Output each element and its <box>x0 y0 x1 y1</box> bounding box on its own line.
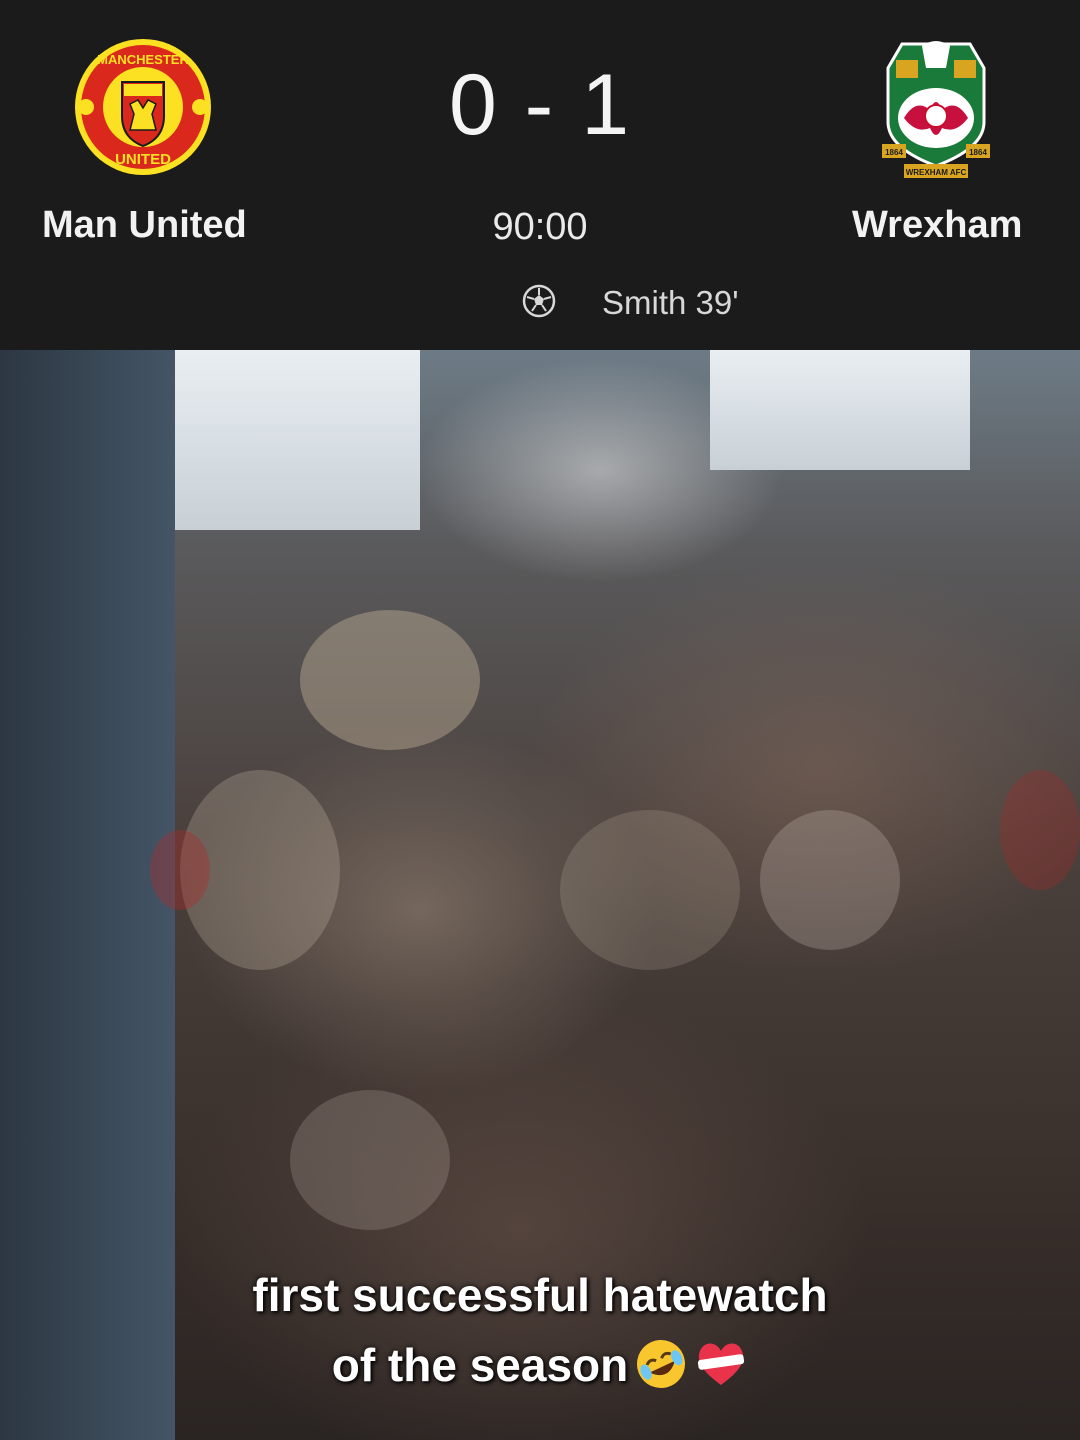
caption-line-2-text: of the season <box>331 1339 629 1391</box>
wrexham-afc-crest-icon: 1864 1864 WREXHAM AFC <box>882 41 990 178</box>
caption-line-2: of the season <box>0 1330 1080 1400</box>
crowd-highlight <box>560 810 740 970</box>
away-crest-year-left: 1864 <box>885 148 903 157</box>
video-frame[interactable]: first successful hatewatch of the season <box>0 350 1080 1440</box>
match-scoreboard: MANCHESTER UNITED 0 - 1 1864 1864 WREXHA… <box>0 0 1080 350</box>
red-shirt <box>1000 770 1080 890</box>
away-team-name: Wrexham <box>852 204 1023 246</box>
red-shirt <box>150 830 210 910</box>
crowd-highlight <box>300 610 480 750</box>
caption-line-1-text: first successful hatewatch <box>252 1269 828 1321</box>
caption-line-1: first successful hatewatch <box>0 1260 1080 1330</box>
crowd-highlight <box>760 810 900 950</box>
window-light-left <box>170 350 420 530</box>
soccer-ball-icon <box>522 284 556 318</box>
mending-heart-emoji-icon <box>698 1343 745 1385</box>
away-crest-banner: WREXHAM AFC <box>906 168 967 177</box>
window-light-right <box>710 350 970 470</box>
crowd-highlight <box>290 1090 450 1230</box>
rolling-on-floor-laughing-emoji-icon <box>637 1340 686 1388</box>
goal-scorer-text: Smith 39' <box>602 284 739 321</box>
away-crest-year-right: 1864 <box>969 148 987 157</box>
